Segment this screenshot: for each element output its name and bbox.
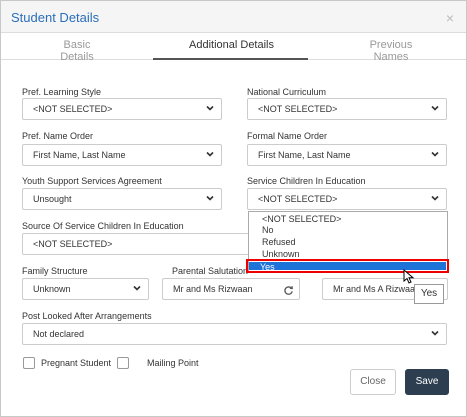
pref-learning-style-select[interactable]: <NOT SELECTED>: [22, 98, 222, 120]
mouse-pointer-icon: [403, 269, 415, 284]
student-details-dialog: Student Details × Basic Details Addition…: [0, 0, 467, 417]
national-curriculum-label: National Curriculum: [247, 87, 327, 97]
dropdown-option-highlighted[interactable]: Yes: [246, 259, 449, 273]
youth-support-label: Youth Support Services Agreement: [22, 176, 162, 186]
mailing-point-label: Mailing Point: [147, 358, 199, 368]
pref-name-order-select[interactable]: First Name, Last Name: [22, 144, 222, 166]
pregnant-student-checkbox[interactable]: [23, 357, 35, 369]
parental-salutation-value: Mr and Ms Rizwaan: [173, 284, 253, 294]
pref-name-order-value: First Name, Last Name: [33, 150, 126, 160]
family-structure-select[interactable]: Unknown: [22, 278, 149, 300]
service-children-value: <NOT SELECTED>: [258, 194, 338, 204]
tab-basic-details[interactable]: Basic Details: [47, 39, 107, 63]
chevron-down-icon: [206, 151, 214, 157]
pref-learning-style-label: Pref. Learning Style: [22, 87, 102, 97]
pref-learning-style-value: <NOT SELECTED>: [33, 104, 113, 114]
family-structure-label: Family Structure: [22, 266, 88, 276]
dialog-title: Student Details: [11, 10, 100, 25]
source-service-children-value: <NOT SELECTED>: [33, 239, 113, 249]
chevron-down-icon: [206, 105, 214, 111]
dropdown-option[interactable]: Unknown: [262, 249, 300, 259]
chevron-down-icon: [431, 151, 439, 157]
refresh-icon[interactable]: [283, 285, 294, 296]
tab-previous-names[interactable]: Previous Names: [351, 39, 431, 63]
close-button[interactable]: Close: [350, 369, 396, 395]
dropdown-option-yes: Yes: [260, 262, 275, 272]
family-structure-value: Unknown: [33, 284, 71, 294]
formal-name-order-select[interactable]: First Name, Last Name: [247, 144, 447, 166]
youth-support-value: Unsought: [33, 194, 72, 204]
mailing-point-checkbox[interactable]: [117, 357, 129, 369]
source-service-children-select[interactable]: <NOT SELECTED>: [22, 233, 250, 255]
chevron-down-icon: [133, 285, 141, 291]
service-children-label: Service Children In Education: [247, 176, 366, 186]
service-children-select[interactable]: <NOT SELECTED>: [247, 188, 447, 210]
tab-bar: Basic Details Additional Details Previou…: [1, 33, 466, 63]
tooltip: Yes: [414, 284, 444, 304]
chevron-down-icon: [431, 105, 439, 111]
national-curriculum-select[interactable]: <NOT SELECTED>: [247, 98, 447, 120]
parental-salutation-input[interactable]: Mr and Ms Rizwaan: [162, 278, 300, 300]
post-looked-after-value: Not declared: [33, 329, 85, 339]
source-service-children-label: Source Of Service Children In Education: [22, 221, 184, 231]
dialog-titlebar: Student Details ×: [1, 1, 466, 33]
tab-additional-details[interactable]: Additional Details: [184, 39, 279, 51]
post-looked-after-label: Post Looked After Arrangements: [22, 311, 152, 321]
chevron-down-icon: [431, 330, 439, 336]
close-icon[interactable]: ×: [446, 10, 454, 26]
youth-support-select[interactable]: Unsought: [22, 188, 222, 210]
national-curriculum-value: <NOT SELECTED>: [258, 104, 338, 114]
chevron-down-icon: [206, 195, 214, 201]
pref-name-order-label: Pref. Name Order: [22, 131, 94, 141]
dropdown-option[interactable]: <NOT SELECTED>: [262, 214, 341, 224]
dropdown-option[interactable]: Refused: [262, 237, 296, 247]
parental-salutation-label: Parental Salutation: [172, 266, 249, 276]
chevron-down-icon: [431, 195, 439, 201]
parental-addressee-value: Mr and Ms A Rizwaan: [333, 284, 421, 294]
formal-name-order-label: Formal Name Order: [247, 131, 328, 141]
dropdown-option[interactable]: No: [262, 225, 274, 235]
pregnant-student-label: Pregnant Student: [41, 358, 112, 368]
save-button[interactable]: Save: [405, 369, 449, 395]
active-tab-indicator: [153, 58, 308, 60]
formal-name-order-value: First Name, Last Name: [258, 150, 351, 160]
post-looked-after-select[interactable]: Not declared: [22, 323, 447, 345]
